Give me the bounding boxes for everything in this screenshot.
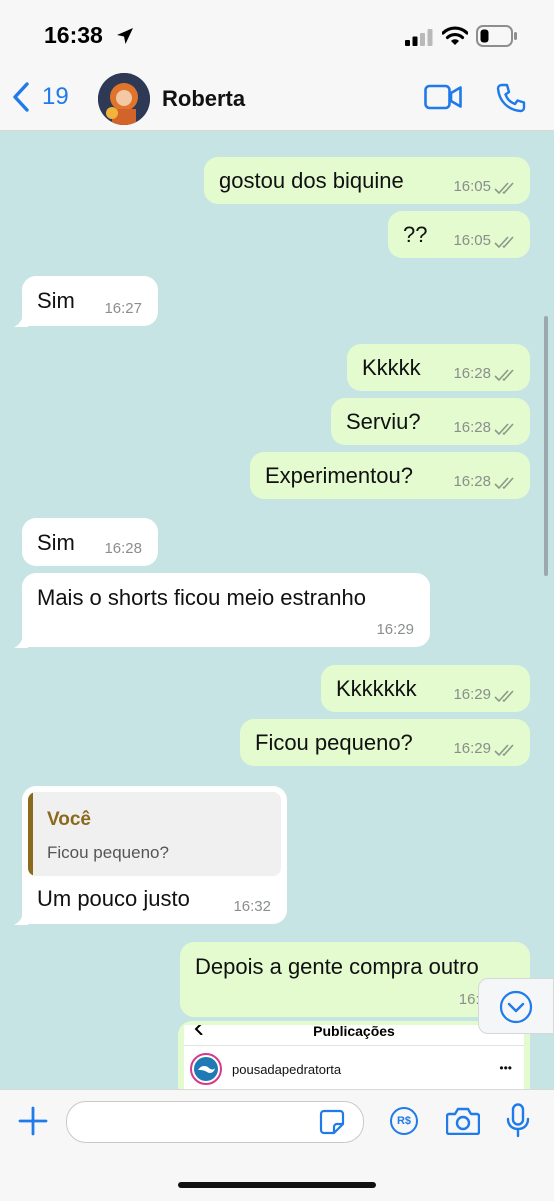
input-bar: R$ (0, 1089, 554, 1201)
quoted-reply[interactable]: Você Ficou pequeno? (28, 792, 281, 876)
message-time: 16:05 (453, 232, 491, 249)
message-bubble-outgoing[interactable]: Serviu? 16:28 (331, 398, 530, 445)
message-time: 16:29 (376, 621, 414, 638)
payment-icon: R$ (396, 1115, 412, 1127)
account-avatar-icon (190, 1053, 222, 1085)
message-text: Ficou pequeno? (255, 730, 413, 755)
message-bubble-outgoing[interactable]: Experimentou? 16:28 (250, 452, 530, 499)
scroll-to-bottom-button[interactable] (478, 978, 554, 1034)
post-more-icon[interactable]: ••• (499, 1061, 512, 1075)
message-time: 16:29 (453, 740, 491, 757)
payment-button[interactable]: R$ (390, 1107, 418, 1135)
double-check-icon (494, 477, 514, 490)
message-input[interactable] (66, 1101, 364, 1143)
message-time: 16:29 (453, 686, 491, 703)
message-text: Kkkkk (362, 355, 421, 380)
message-time: 16:28 (104, 540, 142, 557)
chat-header: 19 Roberta (0, 70, 554, 131)
status-bar: 16:38 (0, 0, 554, 70)
double-check-icon (494, 744, 514, 757)
message-time: 16:28 (453, 473, 491, 490)
message-time: 16:32 (233, 898, 271, 915)
message-text: Serviu? (346, 409, 421, 434)
message-text: Sim (37, 530, 75, 555)
message-bubble-incoming[interactable]: Mais o shorts ficou meio estranho 16:29 (22, 573, 430, 647)
post-header-title: Publicações (313, 1025, 395, 1039)
message-time: 16:05 (453, 178, 491, 195)
avatar[interactable] (98, 73, 150, 125)
bubble-tail (14, 909, 28, 925)
message-time: 16:28 (453, 365, 491, 382)
double-check-icon (494, 369, 514, 382)
post-header-divider (184, 1045, 524, 1046)
contact-name[interactable]: Roberta (162, 86, 245, 112)
post-preview[interactable]: Publicações pousadapedratorta ••• (184, 1025, 524, 1089)
message-bubble-outgoing[interactable]: Kkkkk 16:28 (347, 344, 530, 391)
unread-count: 19 (42, 83, 69, 110)
message-bubble-incoming[interactable]: Sim 16:28 (22, 518, 158, 566)
microphone-icon[interactable] (506, 1103, 530, 1139)
message-time: 16:27 (104, 300, 142, 317)
video-call-icon[interactable] (424, 84, 462, 110)
message-text: ?? (403, 222, 428, 247)
double-check-icon (494, 690, 514, 703)
camera-icon[interactable] (446, 1107, 480, 1135)
bubble-tail (14, 311, 28, 327)
message-text: gostou dos biquine (219, 168, 404, 193)
bubble-tail (14, 632, 28, 648)
message-text: Experimentou? (265, 463, 413, 488)
plus-icon[interactable] (17, 1105, 49, 1137)
double-check-icon (494, 182, 514, 195)
double-check-icon (494, 236, 514, 249)
wifi-icon (442, 26, 468, 45)
battery-icon (476, 25, 517, 47)
message-time: 16:28 (453, 419, 491, 436)
message-bubble-outgoing[interactable]: gostou dos biquine 16:05 (204, 157, 530, 204)
location-arrow-icon (117, 28, 133, 44)
message-bubble-outgoing[interactable]: Kkkkkkk 16:29 (321, 665, 530, 712)
chevron-down-icon (499, 990, 533, 1024)
phone-call-icon[interactable] (495, 82, 527, 114)
signal-icon (405, 29, 433, 46)
message-bubble-incoming[interactable]: Sim 16:27 (22, 276, 158, 326)
message-text: Um pouco justo (37, 886, 190, 911)
message-bubble-outgoing[interactable]: Ficou pequeno? 16:29 (240, 719, 530, 766)
message-bubble-outgoing[interactable]: ?? 16:05 (388, 211, 530, 258)
double-check-icon (494, 423, 514, 436)
quote-accent-bar (28, 792, 33, 876)
shared-post-bubble[interactable]: Publicações pousadapedratorta ••• (178, 1021, 530, 1089)
quote-text: Ficou pequeno? (47, 843, 169, 862)
message-text: Sim (37, 288, 75, 313)
chat-area[interactable]: gostou dos biquine 16:05 ?? 16:05 Sim 16… (0, 131, 554, 1089)
home-indicator (178, 1182, 376, 1188)
back-chevron-icon (13, 82, 29, 112)
back-button[interactable]: 19 (12, 82, 69, 112)
message-bubble-incoming-reply[interactable]: Você Ficou pequeno? Um pouco justo 16:32 (22, 786, 287, 924)
message-text: Kkkkkkk (336, 676, 417, 701)
scrollbar[interactable] (544, 316, 548, 576)
status-time: 16:38 (44, 22, 103, 48)
sticker-icon[interactable] (319, 1109, 345, 1135)
message-text: Mais o shorts ficou meio estranho (37, 585, 366, 610)
post-account-name: pousadapedratorta (232, 1062, 342, 1077)
quote-author: Você (47, 809, 92, 830)
message-text: Depois a gente compra outro (195, 954, 479, 979)
